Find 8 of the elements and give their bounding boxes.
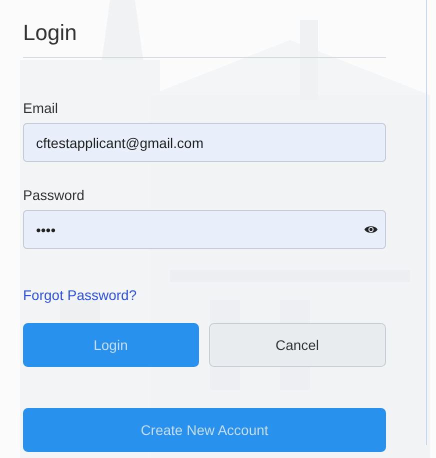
page-title: Login — [23, 20, 78, 46]
field-label: Password — [23, 187, 84, 203]
password-field[interactable]: •••• — [23, 210, 386, 249]
field-label: Email — [23, 100, 58, 116]
email-field[interactable]: cftestapplicant@gmail.com — [23, 123, 386, 162]
forgot-password-link[interactable]: Forgot Password? — [23, 287, 137, 303]
cancel-button[interactable]: Cancel — [208, 323, 386, 367]
eye-icon[interactable] — [364, 224, 378, 235]
